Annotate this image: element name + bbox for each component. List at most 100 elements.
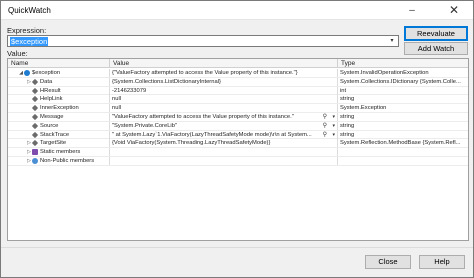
row-name: Static members [40,149,81,156]
row-name: $exception [32,70,61,76]
chevron-down-icon[interactable]: ▾ [332,122,335,130]
type-cell: string [340,122,355,129]
column-header-value[interactable]: Value [110,59,338,68]
name-cell: ▷ Data [8,77,110,86]
type-cell: System.Exception [340,105,387,112]
minimize-button[interactable]: – [397,1,427,20]
row-value: {Void ViaFactory(System.Threading.LazyTh… [112,140,271,147]
type-cell: string [340,131,355,138]
name-cell: Source [8,121,110,130]
property-icon [31,131,39,138]
row-name: InnerException [40,105,79,112]
row-name: TargetSite [40,140,67,147]
row-name: HResult [40,87,61,94]
value-cell[interactable]: -2146233079 [110,86,338,95]
property-icon [31,140,39,147]
chevron-down-icon[interactable]: ▾ [387,36,397,46]
type-cell: int [340,87,347,94]
type-cell [338,157,468,165]
table-row[interactable]: InnerException null System.Exception [8,104,468,113]
name-cell: ▷ TargetSite [8,139,110,148]
value-cell[interactable]: {"ValueFactory attempted to access the V… [110,69,338,77]
row-name: Data [40,78,53,85]
footer-separator [1,247,473,248]
magnifier-icon[interactable]: ⚲ [323,122,327,130]
table-row[interactable]: Message "ValueFactory attempted to access… [8,113,468,122]
name-cell: Message [8,113,110,121]
window-title: QuickWatch [8,6,51,15]
table-row[interactable]: Source "System.Private.CoreLib" ⚲ ▾ string [8,121,468,131]
close-button[interactable]: Close [365,255,411,269]
value-cell[interactable] [110,148,338,157]
name-cell: StackTrace [8,130,110,139]
row-name: Source [40,122,59,129]
type-cell: System.InvalidOperationException [340,70,429,76]
value-cell[interactable]: " at System.Lazy`1.ViaFactory(LazyThread… [110,130,338,139]
name-cell: HelpLink [8,95,110,104]
exception-icon [24,70,30,76]
row-value: -2146233079 [112,87,147,94]
value-cell[interactable]: {Void ViaFactory(System.Threading.LazyTh… [110,139,338,148]
name-cell: ▷ Non-Public members [8,157,110,165]
value-cell[interactable]: "System.Private.CoreLib" ⚲ ▾ [110,121,338,130]
quickwatch-window: QuickWatch – ✕ Expression: $exception ▾ … [0,0,474,278]
watch-grid[interactable]: Name Value Type ◢ $exception {"ValueFactor… [7,58,469,241]
type-cell [338,148,468,156]
chevron-down-icon[interactable]: ▾ [332,131,335,139]
table-row[interactable]: ▷ Data {System.Collections.ListDictionaryI… [8,77,468,87]
table-row[interactable]: ▷ Static members [8,148,468,157]
row-name: StackTrace [40,131,70,138]
property-icon [31,122,39,129]
column-header-type[interactable]: Type [338,59,468,68]
table-row[interactable]: HelpLink null string [8,95,468,105]
help-button[interactable]: Help [419,255,465,269]
name-cell: ▷ Static members [8,148,110,157]
type-cell: System.Collections.IDictionary {System.C… [340,78,461,85]
name-cell: HResult [8,86,110,95]
value-cell[interactable] [110,157,338,165]
row-value: null [112,105,122,112]
table-row[interactable]: ▷ Non-Public members [8,157,468,166]
table-row[interactable]: HResult -2146233079 int [8,86,468,96]
expand-arrow-icon[interactable]: ▷ [26,139,32,147]
expression-combobox[interactable]: $exception ▾ [7,35,399,47]
row-value: null [112,96,122,103]
property-icon [31,78,39,85]
table-row[interactable]: ◢ $exception {"ValueFactory attempted to a… [8,69,468,78]
property-icon [31,105,39,112]
property-icon [31,96,39,103]
reevaluate-button[interactable]: Reevaluate [404,26,468,41]
table-row[interactable]: ▷ TargetSite {Void ViaFactory(System.Threa… [8,139,468,149]
property-icon [31,113,39,121]
name-cell: InnerException [8,104,110,113]
add-watch-button[interactable]: Add Watch [404,42,468,55]
row-name: Non-Public members [40,158,95,164]
row-value: " at System.Lazy`1.ViaFactory(LazyThread… [112,131,312,138]
value-label: Value: [7,49,28,58]
title-bar: QuickWatch – ✕ [1,1,473,20]
row-value: {"ValueFactory attempted to access the V… [112,70,298,76]
column-header-name[interactable]: Name [8,59,110,68]
row-value: "System.Private.CoreLib" [112,122,178,129]
row-name: HelpLink [40,96,63,103]
static-members-icon [32,149,38,156]
type-cell: string [340,114,355,120]
expression-label: Expression: [7,26,47,35]
value-cell[interactable]: "ValueFactory attempted to access the Va… [110,113,338,121]
row-value: {System.Collections.ListDictionaryIntern… [112,78,221,85]
value-cell[interactable]: {System.Collections.ListDictionaryIntern… [110,77,338,86]
grid-header: Name Value Type [8,59,468,68]
close-window-button[interactable]: ✕ [439,1,469,20]
expression-input[interactable]: $exception [10,37,49,46]
name-cell: ◢ $exception [8,69,110,77]
table-row[interactable]: StackTrace " at System.Lazy`1.ViaFactory(… [8,130,468,140]
property-icon [31,87,39,94]
type-cell: System.Reflection.MethodBase {System.Ref… [340,140,461,147]
row-value: "ValueFactory attempted to access the Va… [112,114,294,120]
chevron-down-icon[interactable]: ▾ [332,113,335,121]
magnifier-icon[interactable]: ⚲ [323,113,327,121]
value-cell[interactable]: null [110,104,338,113]
magnifier-icon[interactable]: ⚲ [323,131,327,139]
row-name: Message [40,114,64,120]
value-cell[interactable]: null [110,95,338,104]
